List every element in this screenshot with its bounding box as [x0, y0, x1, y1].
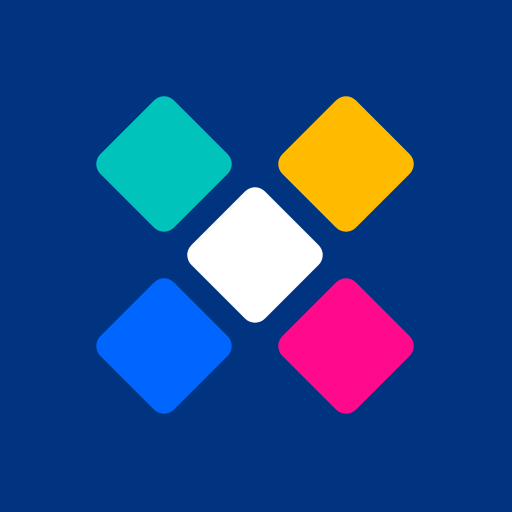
- app-icon: [0, 0, 512, 512]
